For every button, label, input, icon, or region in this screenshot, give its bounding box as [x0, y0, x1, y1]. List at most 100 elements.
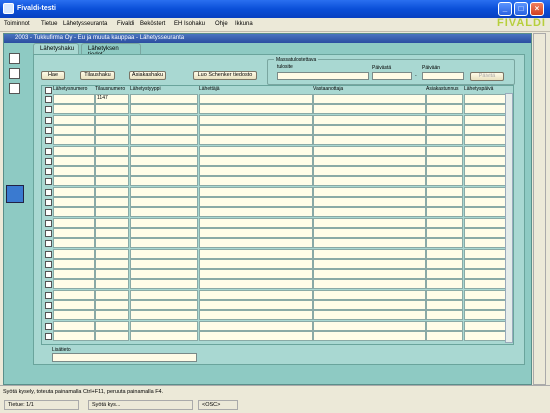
grid-cell[interactable] — [130, 320, 198, 331]
grid-cell[interactable] — [130, 310, 198, 321]
grid-cell[interactable] — [95, 330, 129, 341]
grid-cell[interactable] — [313, 248, 426, 259]
grid-cell[interactable] — [313, 269, 426, 280]
grid-cell[interactable] — [464, 320, 506, 331]
grid-cell[interactable] — [426, 207, 463, 218]
grid-cell[interactable] — [95, 300, 129, 310]
grid-cell[interactable] — [53, 227, 95, 238]
grid-cell[interactable] — [95, 155, 129, 166]
print-icon[interactable] — [9, 83, 20, 94]
grid-cell[interactable] — [199, 248, 313, 259]
grid-cell[interactable] — [464, 310, 506, 321]
grid-cell[interactable] — [130, 207, 198, 218]
grid-cell[interactable] — [464, 176, 506, 187]
row-checkbox[interactable] — [45, 168, 52, 176]
grid-cell[interactable] — [313, 186, 426, 197]
grid-cell[interactable] — [130, 145, 198, 156]
grid-cell[interactable] — [464, 135, 506, 146]
grid-cell[interactable] — [53, 300, 95, 310]
menu-fivaldi[interactable]: Fivaldi — [117, 21, 134, 27]
paivaan-field[interactable] — [422, 72, 464, 80]
row-checkbox[interactable] — [45, 147, 52, 155]
grid-cell[interactable] — [313, 238, 426, 249]
grid-cell[interactable] — [313, 145, 426, 156]
row-checkbox[interactable] — [45, 116, 52, 124]
grid-cell[interactable] — [426, 104, 463, 115]
grid-cell[interactable] — [426, 330, 463, 341]
grid-cell[interactable] — [313, 330, 426, 341]
grid-cell[interactable]: 1147 — [95, 94, 129, 104]
grid-cell[interactable] — [95, 310, 129, 321]
grid-cell[interactable] — [426, 289, 463, 300]
row-checkbox[interactable] — [45, 240, 52, 248]
row-checkbox[interactable] — [45, 106, 52, 114]
grid-cell[interactable] — [130, 155, 198, 166]
grid-cell[interactable] — [426, 176, 463, 187]
grid-cell[interactable] — [53, 166, 95, 177]
grid-cell[interactable] — [130, 258, 198, 269]
grid-cell[interactable] — [53, 269, 95, 280]
grid-cell[interactable] — [95, 166, 129, 177]
grid-cell[interactable] — [53, 207, 95, 218]
grid-cell[interactable] — [53, 238, 95, 249]
row-checkbox[interactable] — [45, 281, 52, 289]
grid-cell[interactable] — [426, 217, 463, 228]
grid-cell[interactable] — [464, 269, 506, 280]
grid-cell[interactable] — [313, 310, 426, 321]
window-scrollbar[interactable] — [533, 33, 546, 385]
row-checkbox[interactable] — [45, 250, 52, 258]
grid-cell[interactable] — [130, 289, 198, 300]
grid-cell[interactable] — [426, 145, 463, 156]
grid-cell[interactable] — [95, 176, 129, 187]
grid-cell[interactable] — [464, 124, 506, 135]
grid-cell[interactable] — [426, 238, 463, 249]
luo-schenker-button[interactable]: Luo Schenker tiedosto — [193, 71, 257, 80]
grid-cell[interactable] — [130, 186, 198, 197]
grid-cell[interactable] — [199, 238, 313, 249]
grid-cell[interactable] — [95, 124, 129, 135]
grid-cell[interactable] — [426, 279, 463, 290]
grid-cell[interactable] — [95, 258, 129, 269]
grid-cell[interactable] — [464, 197, 506, 207]
paivita-button[interactable]: Päivitä — [470, 72, 504, 81]
grid-cell[interactable] — [130, 176, 198, 187]
asiakashaku-button[interactable]: Asiakashaku — [129, 71, 166, 80]
grid-cell[interactable] — [313, 114, 426, 125]
grid-cell[interactable] — [199, 114, 313, 125]
grid-cell[interactable] — [199, 135, 313, 146]
grid-scrollbar[interactable] — [505, 93, 513, 343]
minimize-button[interactable]: _ — [498, 2, 512, 16]
grid-cell[interactable] — [53, 310, 95, 321]
grid-cell[interactable] — [426, 124, 463, 135]
grid-cell[interactable] — [95, 186, 129, 197]
grid-cell[interactable] — [95, 207, 129, 218]
grid-cell[interactable] — [53, 186, 95, 197]
grid-cell[interactable] — [313, 124, 426, 135]
grid-cell[interactable] — [130, 217, 198, 228]
grid-cell[interactable] — [199, 310, 313, 321]
grid-cell[interactable] — [464, 279, 506, 290]
grid-cell[interactable] — [426, 166, 463, 177]
grid-cell[interactable] — [426, 320, 463, 331]
row-checkbox[interactable] — [45, 137, 52, 145]
grid-cell[interactable] — [95, 217, 129, 228]
grid-cell[interactable] — [130, 197, 198, 207]
paivasta-field[interactable] — [372, 72, 412, 80]
grid-cell[interactable] — [464, 330, 506, 341]
grid-cell[interactable] — [53, 279, 95, 290]
grid-cell[interactable] — [53, 155, 95, 166]
grid-cell[interactable] — [53, 289, 95, 300]
grid-cell[interactable] — [464, 300, 506, 310]
grid-cell[interactable] — [95, 248, 129, 259]
grid-cell[interactable] — [53, 197, 95, 207]
grid-cell[interactable] — [53, 135, 95, 146]
menu-ikkuna[interactable]: Ikkuna — [235, 21, 253, 27]
grid-cell[interactable] — [53, 217, 95, 228]
grid-cell[interactable] — [130, 104, 198, 115]
grid-cell[interactable] — [313, 197, 426, 207]
row-checkbox[interactable] — [45, 199, 52, 206]
document-icon[interactable] — [9, 53, 20, 64]
back-arrow-icon[interactable] — [6, 185, 24, 203]
row-checkbox[interactable] — [45, 312, 52, 320]
grid-cell[interactable] — [464, 114, 506, 125]
